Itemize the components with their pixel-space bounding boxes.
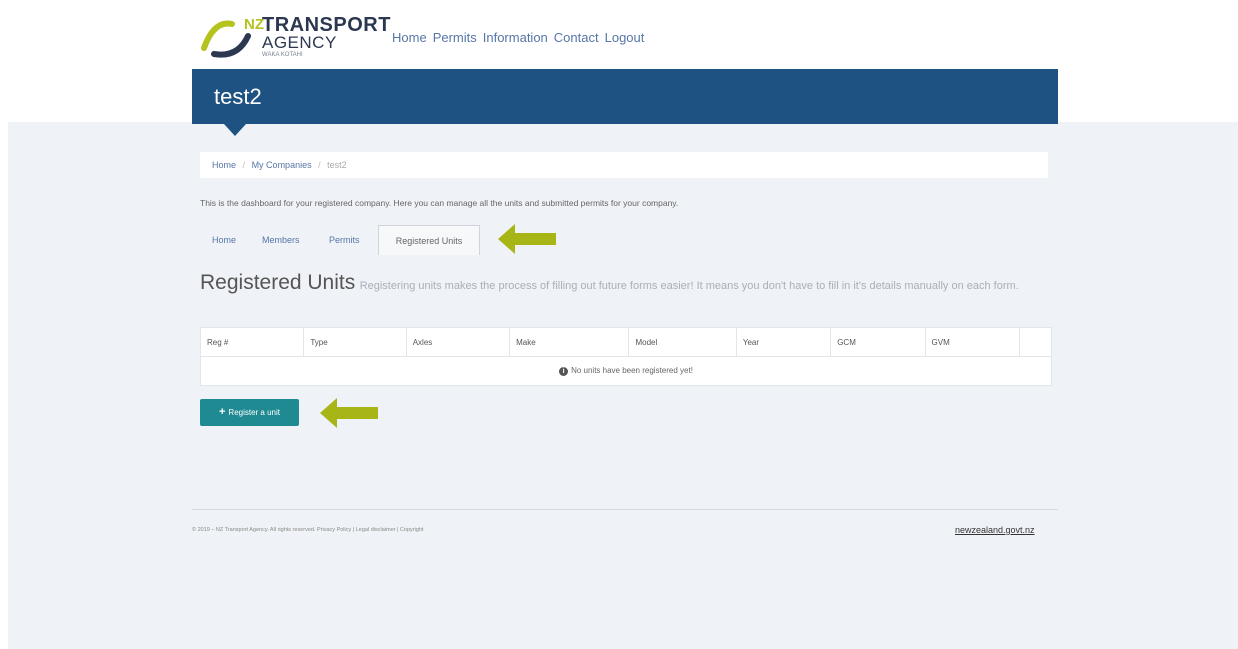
column-header-actions — [1018, 327, 1053, 357]
arrow-left-icon — [320, 398, 378, 428]
footer-copyright: © 2019 – NZ Transport Agency. All rights… — [192, 527, 424, 533]
nav-home-link[interactable]: Home — [392, 30, 427, 45]
page-title: test2 — [214, 84, 262, 109]
section-heading: Registered Units Registering units makes… — [200, 272, 1050, 297]
breadcrumb-separator: / — [318, 160, 321, 170]
tab-members[interactable]: Members — [262, 225, 300, 255]
info-circle-icon: i — [559, 366, 569, 376]
arrow-left-icon — [498, 224, 556, 254]
logo-agency-text: AGENCY — [262, 33, 337, 52]
logo-nz-text: NZ — [244, 16, 264, 33]
nav-contact-link[interactable]: Contact — [554, 30, 599, 45]
column-header-model[interactable]: Model — [628, 327, 737, 357]
column-header-gvm[interactable]: GVM — [924, 327, 1020, 357]
footer-govt-link[interactable]: newzealand.govt.nz — [955, 525, 1035, 535]
section-title: Registered Units — [200, 271, 356, 294]
registered-units-table: Reg # Type Axles Make Model Year GCM GVM… — [199, 327, 1053, 386]
section-description: Registering units makes the process of f… — [359, 280, 1019, 292]
register-unit-button[interactable]: + Register a unit — [200, 399, 299, 426]
footer-divider — [192, 509, 1058, 510]
column-header-year[interactable]: Year — [735, 327, 832, 357]
plus-icon: + — [218, 406, 226, 418]
nzta-logo[interactable]: NZ TRANSPORT AGENCY WAKA KOTAHI — [200, 12, 390, 60]
column-header-gcm[interactable]: GCM — [830, 327, 926, 357]
nav-permits-link[interactable]: Permits — [433, 30, 477, 45]
table-row: i No units have been registered yet! — [200, 356, 1052, 386]
tab-registered-units[interactable]: Registered Units — [378, 225, 480, 255]
page-title-band: test2 — [192, 69, 1058, 124]
column-header-axles[interactable]: Axles — [405, 327, 511, 357]
empty-table-message: No units have been registered yet! — [571, 366, 693, 376]
intro-text: This is the dashboard for your registere… — [200, 198, 679, 208]
breadcrumb-my-companies-link[interactable]: My Companies — [252, 160, 312, 170]
breadcrumb: Home / My Companies / test2 — [200, 152, 1048, 178]
column-header-make[interactable]: Make — [509, 327, 630, 357]
nav-information-link[interactable]: Information — [483, 30, 548, 45]
breadcrumb-separator: / — [242, 160, 246, 170]
column-header-type[interactable]: Type — [303, 327, 407, 357]
table-header-row: Reg # Type Axles Make Model Year GCM GVM — [199, 327, 1053, 357]
register-unit-label: Register a unit — [228, 408, 281, 417]
tab-home[interactable]: Home — [212, 225, 236, 255]
breadcrumb-home-link[interactable]: Home — [212, 160, 236, 170]
top-nav: Home Permits Information Contact Logout — [392, 30, 644, 45]
column-header-reg[interactable]: Reg # — [199, 327, 305, 357]
tab-permits[interactable]: Permits — [329, 225, 360, 255]
breadcrumb-current: test2 — [327, 160, 347, 170]
empty-table-cell: i No units have been registered yet! — [200, 356, 1052, 386]
title-pointer — [224, 124, 246, 136]
nav-logout-link[interactable]: Logout — [605, 30, 645, 45]
logo-tagline-text: WAKA KOTAHI — [262, 52, 303, 58]
